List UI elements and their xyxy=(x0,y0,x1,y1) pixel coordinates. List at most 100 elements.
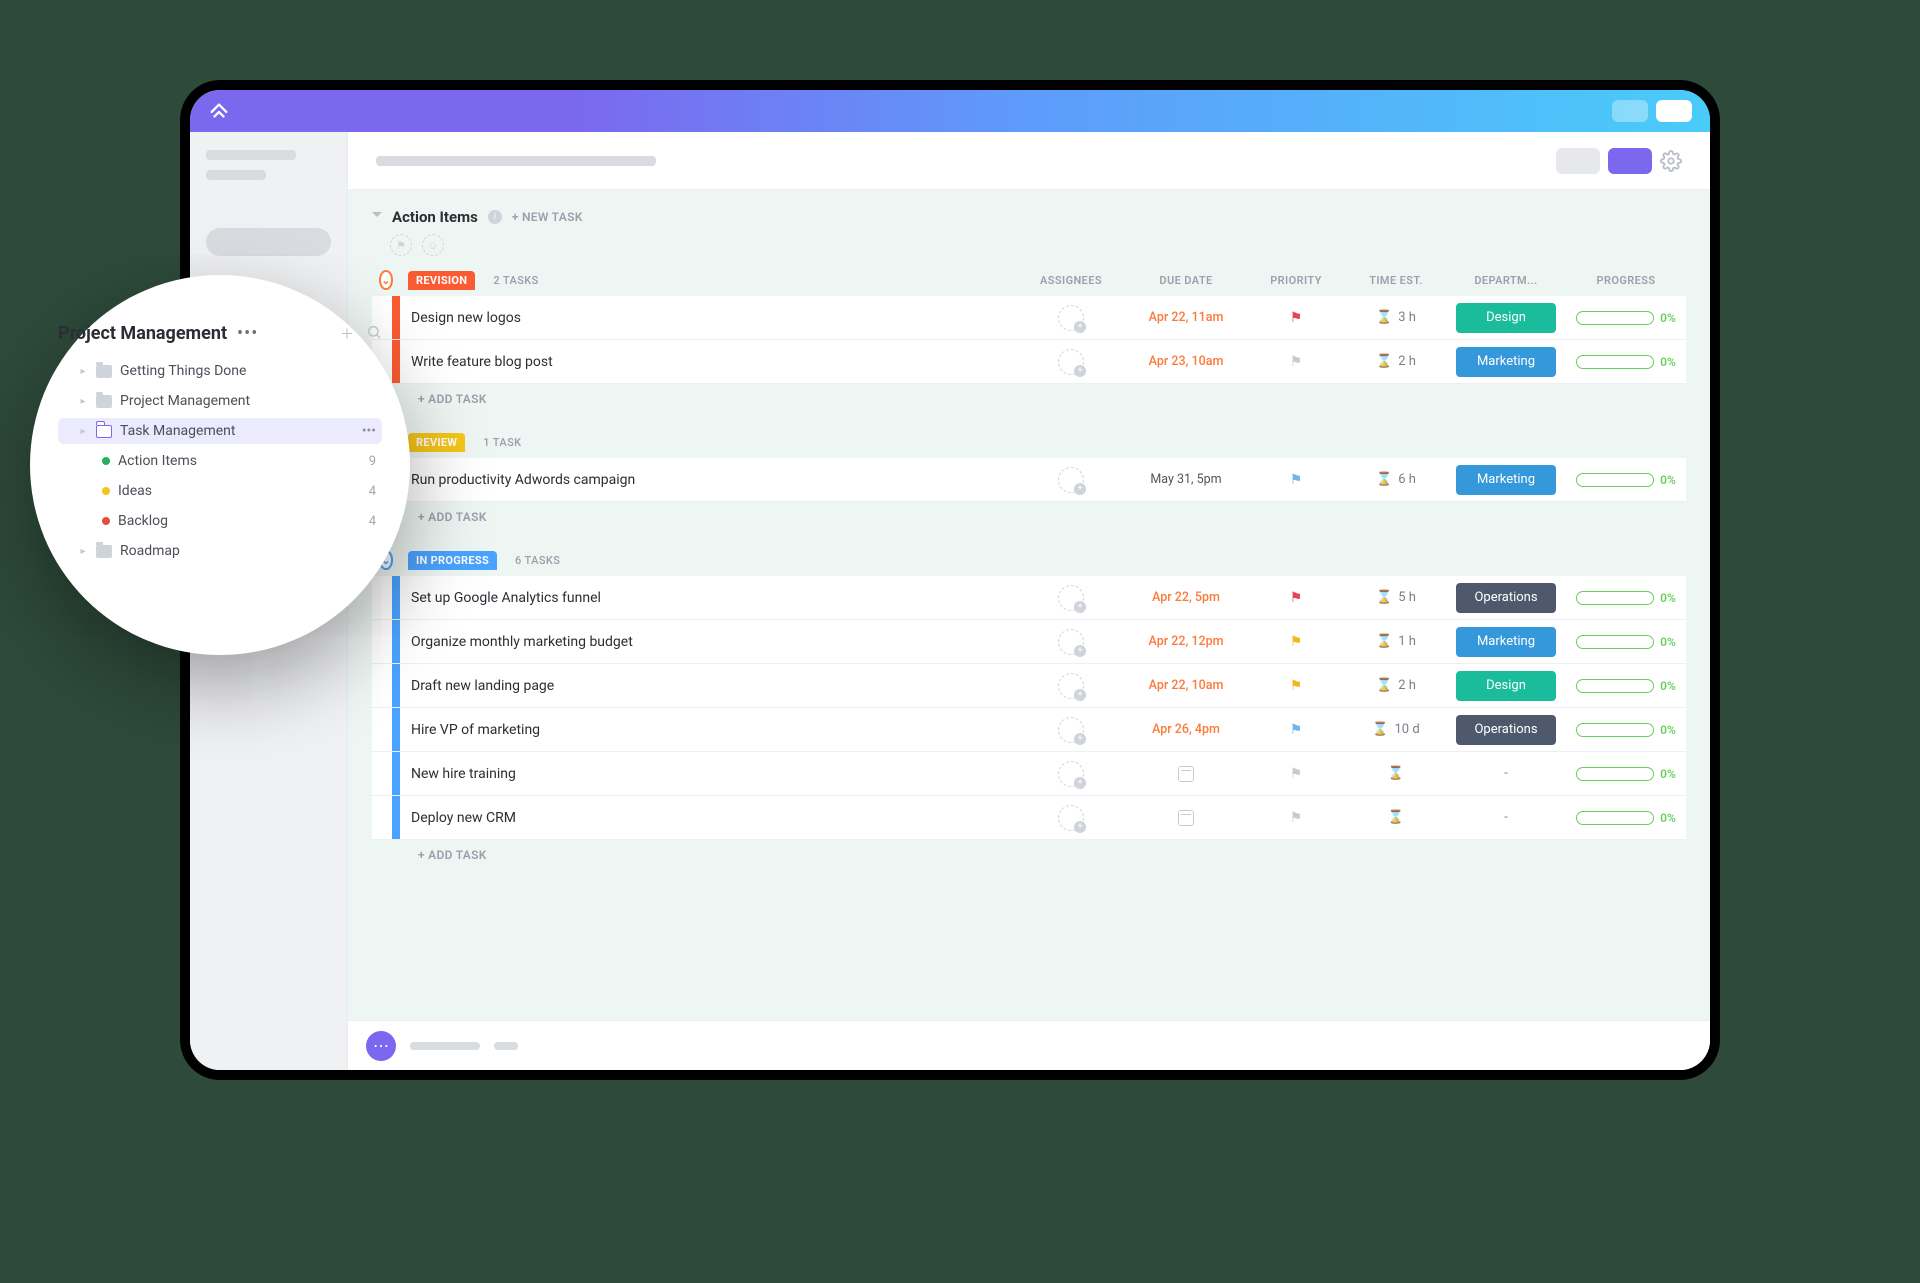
time-estimate[interactable]: 6 h xyxy=(1398,472,1416,487)
task-row[interactable]: Design new logos Apr 22, 11am ⚑ ⌛3 h Des… xyxy=(372,296,1686,340)
sidebar-item[interactable]: ▸Project Management xyxy=(58,388,382,414)
time-estimate[interactable]: 10 d xyxy=(1395,722,1420,737)
department-tag[interactable]: Marketing xyxy=(1456,465,1556,495)
time-estimate[interactable]: 2 h xyxy=(1398,678,1416,693)
priority-flag-icon[interactable]: ⚑ xyxy=(1290,310,1303,326)
settings-gear-icon[interactable] xyxy=(1660,150,1682,172)
due-date[interactable]: May 31, 5pm xyxy=(1150,472,1221,487)
task-name[interactable]: Set up Google Analytics funnel xyxy=(400,576,1016,619)
priority-flag-icon[interactable]: ⚑ xyxy=(1290,722,1303,738)
progress-indicator[interactable]: 0% xyxy=(1576,473,1676,487)
calendar-icon[interactable] xyxy=(1178,810,1194,826)
progress-indicator[interactable]: 0% xyxy=(1576,723,1676,737)
task-row[interactable]: Hire VP of marketing Apr 26, 4pm ⚑ ⌛10 d… xyxy=(372,708,1686,752)
priority-flag-icon[interactable]: ⚑ xyxy=(1290,354,1303,370)
priority-flag-icon[interactable]: ⚑ xyxy=(1290,472,1303,488)
new-task-button[interactable]: + NEW TASK xyxy=(512,210,583,224)
search-icon[interactable] xyxy=(366,324,382,344)
assignee-add-icon[interactable] xyxy=(1058,305,1084,331)
topbar-placeholder-button[interactable] xyxy=(1656,100,1692,122)
assignee-filter-icon[interactable]: ☺ xyxy=(422,234,444,256)
progress-indicator[interactable]: 0% xyxy=(1576,311,1676,325)
sidebar-item[interactable]: ▸Roadmap xyxy=(58,538,382,564)
priority-flag-icon[interactable]: ⚑ xyxy=(1290,590,1303,606)
flag-filter-icon[interactable]: ⚑ xyxy=(390,234,412,256)
hourglass-icon[interactable]: ⌛ xyxy=(1388,810,1404,825)
task-row[interactable]: New hire training ⚑ ⌛ - 0% xyxy=(372,752,1686,796)
progress-indicator[interactable]: 0% xyxy=(1576,811,1676,825)
list-collapse-caret-icon[interactable] xyxy=(372,212,382,222)
due-date[interactable]: Apr 26, 4pm xyxy=(1152,722,1220,737)
add-task-button[interactable]: + ADD TASK xyxy=(372,840,1686,870)
assignee-add-icon[interactable] xyxy=(1058,805,1084,831)
task-name[interactable]: Write feature blog post xyxy=(400,340,1016,383)
progress-indicator[interactable]: 0% xyxy=(1576,355,1676,369)
hourglass-icon[interactable]: ⌛ xyxy=(1388,766,1404,781)
topbar-placeholder-button[interactable] xyxy=(1612,100,1648,122)
task-name[interactable]: Design new logos xyxy=(400,296,1016,339)
calendar-icon[interactable] xyxy=(1178,766,1194,782)
department-tag[interactable]: - xyxy=(1456,759,1556,789)
time-estimate[interactable]: 5 h xyxy=(1398,590,1416,605)
status-label[interactable]: REVISION xyxy=(408,271,475,290)
priority-flag-icon[interactable]: ⚑ xyxy=(1290,810,1303,826)
task-name[interactable]: New hire training xyxy=(400,752,1016,795)
task-row[interactable]: Organize monthly marketing budget Apr 22… xyxy=(372,620,1686,664)
priority-flag-icon[interactable]: ⚑ xyxy=(1290,678,1303,694)
chat-icon[interactable]: ⋯ xyxy=(366,1031,396,1061)
department-tag[interactable]: - xyxy=(1456,803,1556,833)
assignee-add-icon[interactable] xyxy=(1058,349,1084,375)
due-date[interactable]: Apr 22, 5pm xyxy=(1152,590,1220,605)
status-label[interactable]: REVIEW xyxy=(408,433,465,452)
task-name[interactable]: Draft new landing page xyxy=(400,664,1016,707)
task-name[interactable]: Deploy new CRM xyxy=(400,796,1016,839)
status-collapse-icon[interactable]: ⌄ xyxy=(379,270,393,290)
task-row[interactable]: Draft new landing page Apr 22, 10am ⚑ ⌛2… xyxy=(372,664,1686,708)
due-date[interactable]: Apr 22, 11am xyxy=(1149,310,1224,325)
progress-indicator[interactable]: 0% xyxy=(1576,767,1676,781)
progress-indicator[interactable]: 0% xyxy=(1576,635,1676,649)
department-tag[interactable]: Design xyxy=(1456,671,1556,701)
priority-flag-icon[interactable]: ⚑ xyxy=(1290,766,1303,782)
department-tag[interactable]: Operations xyxy=(1456,715,1556,745)
task-row[interactable]: Write feature blog post Apr 23, 10am ⚑ ⌛… xyxy=(372,340,1686,384)
progress-indicator[interactable]: 0% xyxy=(1576,591,1676,605)
sidebar-item[interactable]: Ideas4 xyxy=(58,478,382,504)
view-toggle-active-button[interactable] xyxy=(1608,148,1652,174)
add-icon[interactable]: ＋ xyxy=(340,324,354,344)
sidebar-item[interactable]: ▸Getting Things Done xyxy=(58,358,382,384)
assignee-add-icon[interactable] xyxy=(1058,673,1084,699)
progress-indicator[interactable]: 0% xyxy=(1576,679,1676,693)
add-task-button[interactable]: + ADD TASK xyxy=(372,384,1686,414)
task-name[interactable]: Hire VP of marketing xyxy=(400,708,1016,751)
due-date[interactable]: Apr 23, 10am xyxy=(1149,354,1224,369)
assignee-add-icon[interactable] xyxy=(1058,585,1084,611)
assignee-add-icon[interactable] xyxy=(1058,467,1084,493)
task-row[interactable]: Deploy new CRM ⚑ ⌛ - 0% xyxy=(372,796,1686,840)
department-tag[interactable]: Design xyxy=(1456,303,1556,333)
task-row[interactable]: Run productivity Adwords campaign May 31… xyxy=(372,458,1686,502)
task-row[interactable]: Set up Google Analytics funnel Apr 22, 5… xyxy=(372,576,1686,620)
task-name[interactable]: Run productivity Adwords campaign xyxy=(400,458,1016,501)
task-name[interactable]: Organize monthly marketing budget xyxy=(400,620,1016,663)
status-label[interactable]: IN PROGRESS xyxy=(408,551,497,570)
search-placeholder[interactable] xyxy=(206,228,331,256)
due-date[interactable]: Apr 22, 12pm xyxy=(1149,634,1224,649)
info-icon[interactable]: i xyxy=(488,210,502,224)
time-estimate[interactable]: 1 h xyxy=(1398,634,1416,649)
view-toggle-button[interactable] xyxy=(1556,148,1600,174)
due-date[interactable]: Apr 22, 10am xyxy=(1149,678,1224,693)
assignee-add-icon[interactable] xyxy=(1058,761,1084,787)
department-tag[interactable]: Marketing xyxy=(1456,347,1556,377)
assignee-add-icon[interactable] xyxy=(1058,629,1084,655)
item-menu-icon[interactable]: ••• xyxy=(362,423,376,439)
sidebar-item[interactable]: Action Items9 xyxy=(58,448,382,474)
priority-flag-icon[interactable]: ⚑ xyxy=(1290,634,1303,650)
department-tag[interactable]: Marketing xyxy=(1456,627,1556,657)
department-tag[interactable]: Operations xyxy=(1456,583,1556,613)
assignee-add-icon[interactable] xyxy=(1058,717,1084,743)
time-estimate[interactable]: 3 h xyxy=(1398,310,1416,325)
space-menu-icon[interactable]: ••• xyxy=(237,323,258,344)
sidebar-item[interactable]: ▸Task Management••• xyxy=(58,418,382,444)
add-task-button[interactable]: + ADD TASK xyxy=(372,502,1686,532)
